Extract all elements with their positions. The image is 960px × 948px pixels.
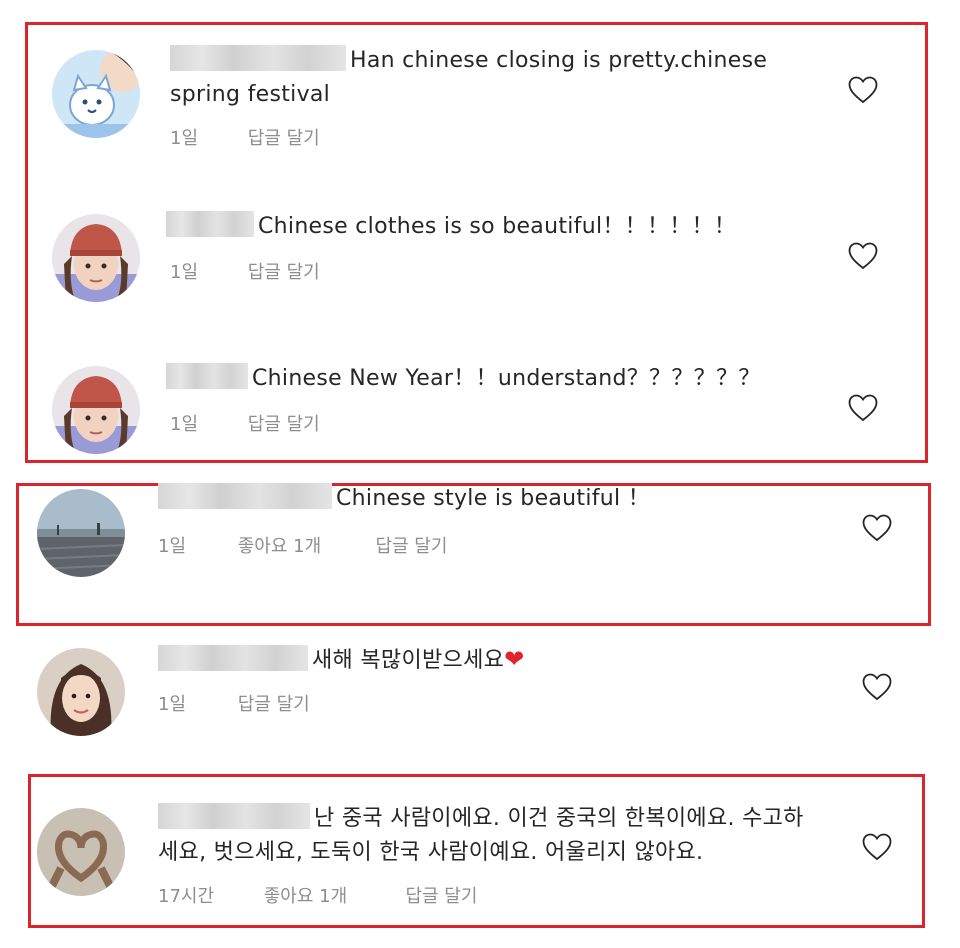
comment-meta: 1일 답글 달기 bbox=[170, 410, 320, 436]
reply-button[interactable]: 답글 달기 bbox=[405, 882, 477, 908]
reply-button[interactable]: 답글 달기 bbox=[248, 258, 320, 284]
like-heart-icon[interactable] bbox=[862, 833, 892, 861]
avatar-girl-red-cap-icon[interactable] bbox=[52, 214, 140, 302]
reply-button[interactable]: 답글 달기 bbox=[248, 124, 320, 150]
blurred-username bbox=[166, 363, 248, 389]
like-heart-icon[interactable] bbox=[862, 514, 892, 542]
comment-body: 새해 복많이받으세요 bbox=[312, 648, 505, 673]
like-heart-icon[interactable] bbox=[848, 394, 878, 422]
blurred-username bbox=[170, 45, 346, 71]
avatar-seaside-landscape-icon[interactable] bbox=[37, 489, 125, 577]
like-heart-icon[interactable] bbox=[848, 76, 878, 104]
comment-meta: 1일 답글 달기 bbox=[170, 124, 320, 150]
comment-time: 17시간 bbox=[158, 886, 215, 907]
reply-button[interactable]: 답글 달기 bbox=[375, 532, 447, 558]
comment-text: Chinese New Year！！understand？？？？？？ bbox=[166, 362, 846, 396]
blurred-username bbox=[158, 483, 332, 509]
avatar-girl-red-cap-icon[interactable] bbox=[52, 366, 140, 454]
comment-meta: 17시간 좋아요 1개 답글 달기 bbox=[158, 882, 477, 908]
avatar-woman-portrait-icon[interactable] bbox=[37, 648, 125, 736]
blurred-username bbox=[158, 803, 310, 829]
comment-time: 1일 bbox=[170, 128, 199, 149]
comment-body: Chinese New Year！！understand？？？？？？ bbox=[252, 366, 761, 391]
like-heart-icon[interactable] bbox=[862, 673, 892, 701]
blurred-username bbox=[158, 645, 308, 671]
comment-text: 난 중국 사람이에요. 이건 중국의 한복이에요. 수고하세요, 벗으세요, 도… bbox=[158, 802, 818, 870]
avatar-hand-heart-icon[interactable] bbox=[37, 808, 125, 896]
comment-meta: 1일 좋아요 1개 답글 달기 bbox=[158, 532, 447, 558]
avatar-cartoon-cat-icon[interactable] bbox=[52, 50, 140, 138]
blurred-username bbox=[166, 211, 254, 237]
comment-body: Chinese clothes is so beautiful！！！！！！ bbox=[258, 214, 737, 239]
like-heart-icon[interactable] bbox=[848, 242, 878, 270]
reply-button[interactable]: 답글 달기 bbox=[248, 410, 320, 436]
comment-time: 1일 bbox=[170, 414, 199, 435]
comment-time: 1일 bbox=[170, 262, 199, 283]
comment-meta: 1일 답글 달기 bbox=[170, 258, 320, 284]
likes-count-button[interactable]: 좋아요 1개 bbox=[238, 532, 370, 558]
comment-text: Chinese clothes is so beautiful！！！！！！ bbox=[166, 210, 826, 244]
comment-time: 1일 bbox=[158, 694, 187, 715]
comment-text: 새해 복많이받으세요❤ bbox=[158, 642, 838, 678]
reply-button[interactable]: 답글 달기 bbox=[238, 690, 310, 716]
comment-text: Han chinese closing is pretty.chinese sp… bbox=[170, 44, 810, 112]
likes-count-button[interactable]: 좋아요 1개 bbox=[264, 882, 400, 908]
comment-text: Chinese style is beautiful ！ bbox=[158, 482, 838, 516]
comment-time: 1일 bbox=[158, 536, 187, 557]
comment-body: Chinese style is beautiful ！ bbox=[336, 486, 651, 511]
heart-emoji-icon: ❤ bbox=[504, 645, 525, 673]
comment-meta: 1일 답글 달기 bbox=[158, 690, 310, 716]
